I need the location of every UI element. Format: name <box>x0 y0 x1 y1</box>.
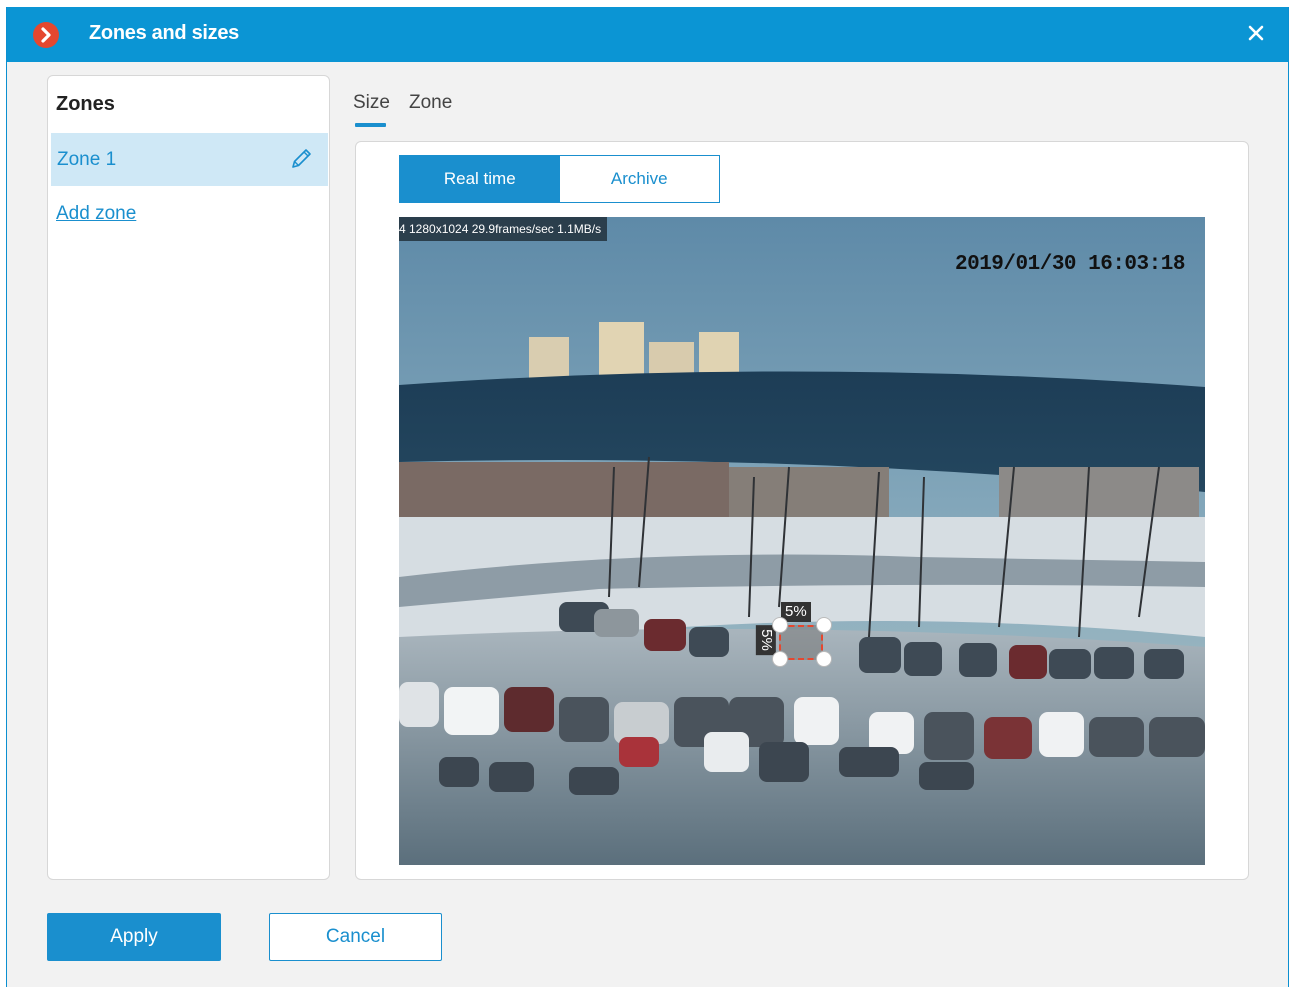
dialog-window: Zones and sizes Zones Zone 1 Add zone Si… <box>6 7 1289 987</box>
tab-zone[interactable]: Zone <box>409 92 452 114</box>
resize-handle-bottom-left[interactable] <box>772 651 788 667</box>
mode-toggle: Real time Archive <box>399 155 720 203</box>
zone-item-label: Zone 1 <box>57 149 117 170</box>
zones-header: Zones <box>56 93 115 115</box>
resize-handle-top-right[interactable] <box>816 617 832 633</box>
real-time-button[interactable]: Real time <box>400 156 560 202</box>
title-bar: Zones and sizes <box>7 7 1288 62</box>
app-logo-icon <box>33 22 59 48</box>
resize-handle-top-left[interactable] <box>772 617 788 633</box>
camera-scene-image <box>399 217 1205 865</box>
apply-button[interactable]: Apply <box>47 913 221 961</box>
archive-button[interactable]: Archive <box>559 156 719 202</box>
cancel-button[interactable]: Cancel <box>269 913 442 961</box>
add-zone-link[interactable]: Add zone <box>56 203 136 225</box>
pencil-icon[interactable] <box>288 146 314 172</box>
camera-video-view[interactable]: 4 1280x1024 29.9frames/sec 1.1MB/s 2019/… <box>399 217 1205 865</box>
tab-size[interactable]: Size <box>353 92 390 114</box>
video-timestamp: 2019/01/30 16:03:18 <box>955 253 1185 276</box>
zone-list-item[interactable]: Zone 1 <box>51 133 328 186</box>
resize-handle-bottom-right[interactable] <box>816 651 832 667</box>
zones-panel: Zones Zone 1 Add zone <box>47 75 330 880</box>
stream-info-overlay: 4 1280x1024 29.9frames/sec 1.1MB/s <box>399 217 608 241</box>
close-icon[interactable] <box>1244 21 1268 45</box>
active-tab-indicator <box>355 123 386 127</box>
size-panel: Real time Archive 4 1280x1024 29.9frames… <box>355 141 1249 880</box>
dialog-title: Zones and sizes <box>89 22 239 44</box>
